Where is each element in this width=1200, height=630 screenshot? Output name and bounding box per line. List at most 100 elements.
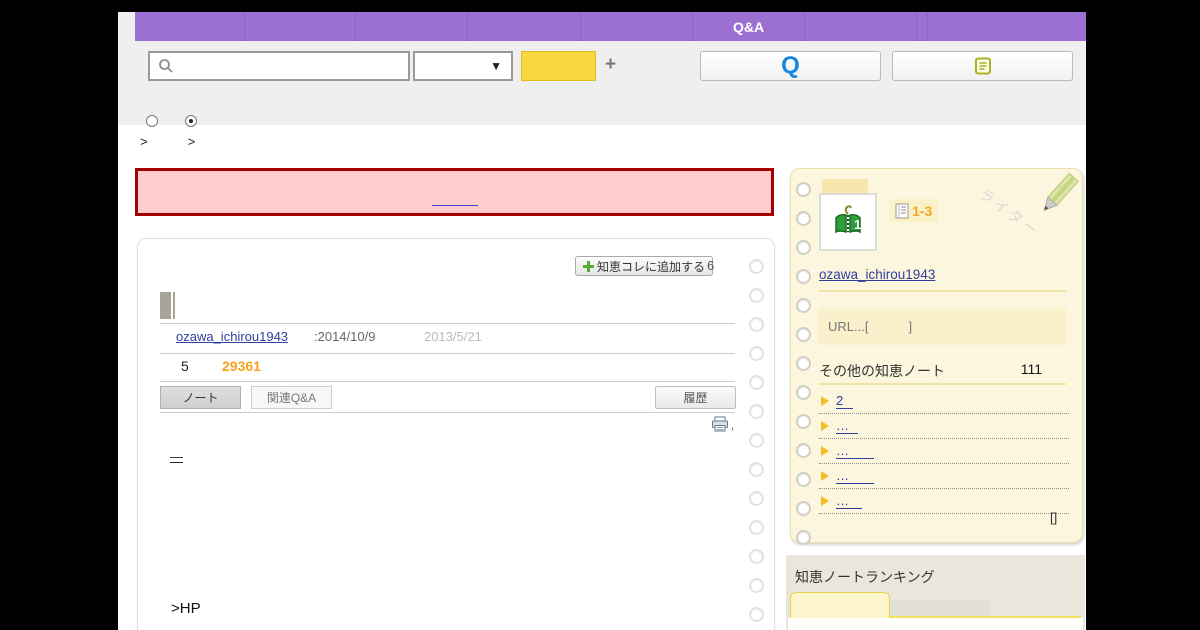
grade-badge: 1-3 xyxy=(889,199,939,222)
tab-related-qa[interactable]: 関連Q&A xyxy=(251,386,332,409)
date-created: :2014/10/9 xyxy=(314,329,376,344)
note-body-link[interactable]: — xyxy=(170,449,183,464)
search-category-select[interactable]: ▼ xyxy=(413,51,513,81)
plus-icon[interactable]: + xyxy=(605,54,616,76)
nav-tab-9[interactable] xyxy=(928,12,1086,41)
other-notes-count: 111 xyxy=(1020,361,1042,377)
breadcrumb-separator: > xyxy=(140,134,148,149)
binding-hole xyxy=(796,298,811,313)
binding-hole xyxy=(749,578,764,593)
other-notes-header: その他の知恵ノート 111 xyxy=(819,361,1066,381)
binding-hole xyxy=(796,356,811,371)
arrow-right-icon xyxy=(821,446,829,456)
binding-hole xyxy=(796,385,811,400)
note-body-text: >HP xyxy=(171,600,201,617)
alert-banner xyxy=(135,168,774,216)
breadcrumb: > > xyxy=(140,134,235,149)
add-to-collection-button[interactable]: 知恵コレに追加する xyxy=(575,256,714,276)
binding-hole xyxy=(796,327,811,342)
divider xyxy=(819,383,1066,385)
radio-option-2[interactable] xyxy=(185,115,197,127)
collection-count: 6 xyxy=(707,258,715,273)
note-link[interactable]: … xyxy=(836,443,874,459)
binding-hole xyxy=(796,240,811,255)
tab-note[interactable]: ノート xyxy=(160,386,241,409)
alert-link[interactable] xyxy=(431,195,478,206)
ranking-content xyxy=(788,618,1083,630)
sidebar-author-link[interactable]: ozawa_ichirou1943 xyxy=(819,267,935,282)
add-to-collection-label: 知恵コレに追加する xyxy=(597,259,706,274)
arrow-right-icon xyxy=(821,421,829,431)
divider xyxy=(819,290,1066,292)
binding-hole xyxy=(749,375,764,390)
list-item[interactable]: … xyxy=(819,439,1069,464)
url-text-close: ] xyxy=(908,319,913,334)
binding-hole xyxy=(749,259,764,274)
ranking-tab-inactive[interactable] xyxy=(891,600,990,616)
nav-tab-7[interactable] xyxy=(805,12,917,41)
binding-hole xyxy=(749,491,764,506)
binding-hole xyxy=(749,520,764,535)
other-notes-list: 2 … … … … xyxy=(819,389,1069,514)
print-button[interactable]: , xyxy=(711,416,734,432)
note-link[interactable]: … xyxy=(836,418,858,434)
search-box[interactable] xyxy=(148,51,410,81)
url-text: URL...[ xyxy=(828,319,869,334)
ranking-box: 知恵ノートランキング xyxy=(786,555,1085,630)
radio-option-1[interactable] xyxy=(146,115,158,127)
notebook-icon xyxy=(895,203,909,218)
nav-tab-5[interactable] xyxy=(581,12,693,41)
binding-hole xyxy=(796,443,811,458)
page: Q&A ▼ + Q > > 知恵コレに追加する 6 ozawa_ichirou1… xyxy=(118,12,1086,630)
note-link[interactable]: … xyxy=(836,468,874,484)
breadcrumb-separator: > xyxy=(187,134,196,149)
list-item[interactable]: 2 xyxy=(819,389,1069,414)
header: Q&A ▼ + Q xyxy=(118,12,1086,127)
arrow-right-icon xyxy=(821,496,829,506)
ranking-title: 知恵ノートランキング xyxy=(795,569,935,585)
other-notes-title: その他の知恵ノート xyxy=(819,363,945,379)
binding-hole xyxy=(796,182,811,197)
list-item[interactable]: … xyxy=(819,464,1069,489)
plus-green-icon xyxy=(583,260,594,272)
list-item[interactable]: … xyxy=(819,414,1069,439)
ranking-tab-active[interactable] xyxy=(790,592,890,618)
author-profile-card: ライター 1 1-3 ozawa_ichirou1943 URL...[] そ… xyxy=(790,168,1083,545)
nav-tab-3[interactable] xyxy=(356,12,468,41)
nav-tab-2[interactable] xyxy=(245,12,356,41)
url-box: URL...[ ] xyxy=(818,308,1066,345)
binding-hole xyxy=(749,288,764,303)
search-input[interactable] xyxy=(180,55,408,77)
note-link[interactable]: … xyxy=(836,493,862,509)
grade-level: 1-3 xyxy=(912,202,933,219)
nav-tab-1[interactable] xyxy=(135,12,245,41)
my-notes-button[interactable] xyxy=(892,51,1073,81)
chiebukuro-home-button[interactable]: Q xyxy=(700,51,881,81)
author-link[interactable]: ozawa_ichirou1943 xyxy=(176,329,288,344)
binding-hole xyxy=(796,472,811,487)
search-icon xyxy=(159,59,173,73)
printer-icon xyxy=(712,416,728,432)
binding-hole xyxy=(749,317,764,332)
search-submit-button[interactable] xyxy=(521,51,596,81)
nav-tab-qa[interactable]: Q&A xyxy=(693,12,805,41)
grade-book-icon: 1 xyxy=(835,205,861,234)
binding-hole xyxy=(749,462,764,477)
note-link[interactable]: 2 xyxy=(836,393,853,409)
history-button[interactable]: 履歴 xyxy=(655,386,736,409)
note-stat: 5 xyxy=(181,358,189,374)
note-title-placeholder xyxy=(173,292,175,319)
note-meta-row: ozawa_ichirou1943 :2014/10/9 2013/5/21 xyxy=(138,329,738,347)
avatar[interactable]: 1 xyxy=(819,193,877,251)
note-card: 知恵コレに追加する 6 ozawa_ichirou1943 :2014/10/9… xyxy=(137,238,775,630)
divider xyxy=(160,381,735,382)
date-other: 2013/5/21 xyxy=(424,329,482,344)
divider xyxy=(160,323,735,324)
top-navbar: Q&A xyxy=(135,12,1086,41)
binding-hole xyxy=(796,211,811,226)
binding-hole xyxy=(796,269,811,284)
svg-text:1: 1 xyxy=(854,217,861,232)
nav-tab-8[interactable] xyxy=(917,12,928,41)
nav-tab-4[interactable] xyxy=(468,12,581,41)
list-item[interactable]: … xyxy=(819,489,1069,514)
